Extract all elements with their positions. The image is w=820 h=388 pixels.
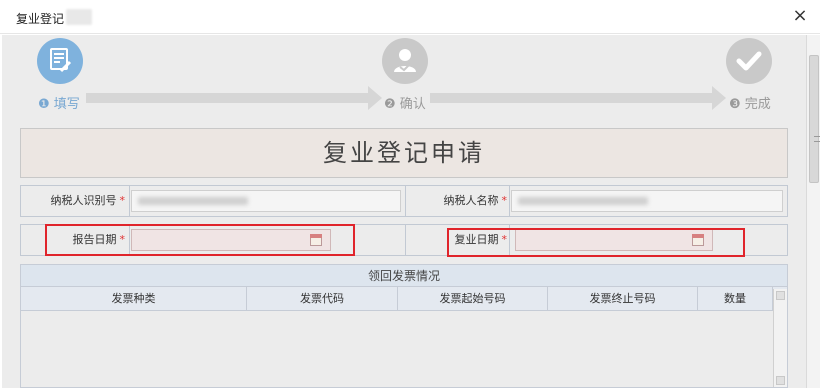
scroll-up-icon[interactable] [776,291,785,300]
step-arrow-2 [712,86,726,110]
step-label-confirm: ❷ 确认 [384,97,426,112]
user-check-icon [382,38,428,84]
step-label-done: ❸ 完成 [729,97,771,112]
form-heading: 复业登记申请 [20,128,788,178]
column-header-start-number[interactable]: 发票起始号码 [398,287,548,311]
column-header-invoice-type[interactable]: 发票种类 [21,287,247,311]
check-icon [726,38,772,84]
report-date-highlight [45,224,355,256]
column-header-end-number[interactable]: 发票终止号码 [548,287,698,311]
grip-icon [814,136,820,142]
table-scrollbar[interactable] [773,289,787,387]
invoice-table: 领回发票情况 发票种类 发票代码 发票起始号码 发票终止号码 数量 [20,264,788,388]
step-connector-1 [86,93,368,103]
dialog-title: 复业登记 [16,12,65,26]
taxpayer-id-field[interactable] [131,190,401,212]
column-header-invoice-code[interactable]: 发票代码 [247,287,398,311]
dialog-scrollbar[interactable] [806,35,820,388]
close-icon[interactable]: × [790,6,810,26]
resume-date-highlight [447,228,745,257]
taxpayer-name-field[interactable] [511,190,783,212]
step-label-fill: ❶ 填写 [38,97,80,112]
step-connector-2 [430,93,712,103]
taxpayer-info-row: 纳税人识别号 * 纳税人名称 * [20,185,788,217]
form-edit-icon [37,38,83,84]
column-header-quantity[interactable]: 数量 [698,287,773,311]
dialog-titlebar: 复业登记 × [0,0,820,34]
taxpayer-id-label: 纳税人识别号 * [50,194,126,207]
redacted-value [518,197,648,205]
taxpayer-name-label: 纳税人名称 * [443,194,508,207]
scroll-down-icon[interactable] [776,376,785,385]
redacted-title-suffix [66,9,92,25]
step-arrow-1 [368,86,382,110]
table-title: 领回发票情况 [21,265,787,287]
table-header: 发票种类 发票代码 发票起始号码 发票终止号码 数量 [21,287,787,311]
scrollbar-thumb[interactable] [809,55,820,183]
redacted-value [138,197,248,205]
